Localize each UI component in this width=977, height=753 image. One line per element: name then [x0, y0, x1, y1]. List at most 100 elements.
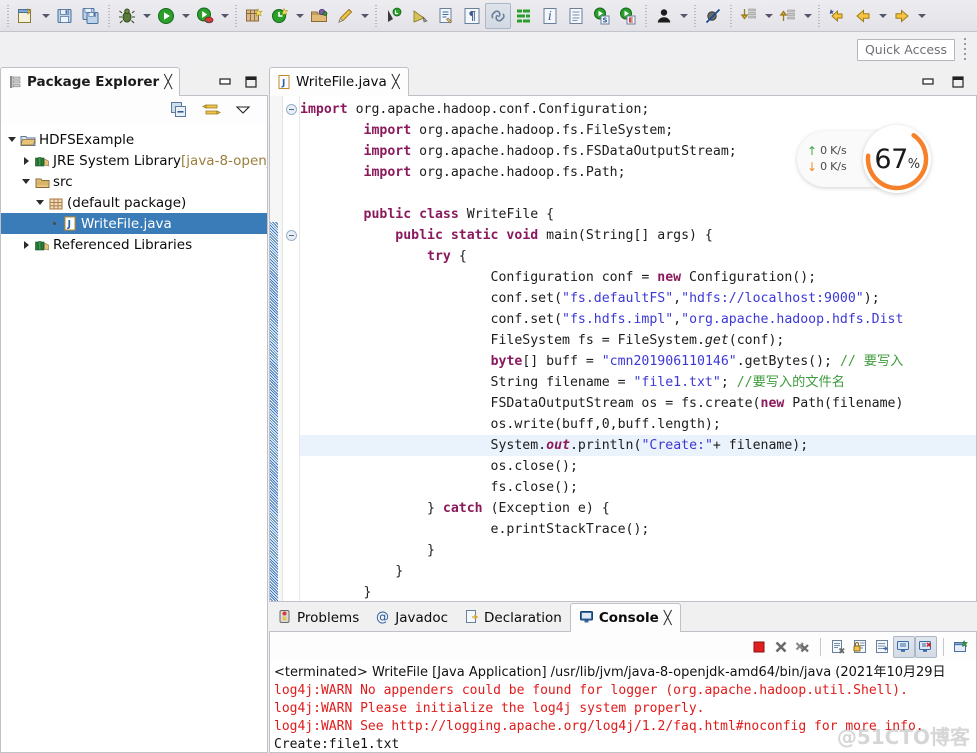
open-console-button[interactable]: [950, 636, 972, 658]
forward-nav-dropdown-arrow[interactable]: [915, 3, 928, 29]
terminate-button[interactable]: [748, 636, 770, 658]
code-line[interactable]: FSDataOutputStream os = fs.create(new Pa…: [300, 393, 976, 414]
code-line[interactable]: }: [300, 561, 976, 582]
code-line[interactable]: String filename = "file1.txt"; //要写入的文件名: [300, 372, 976, 393]
minimize-icon[interactable]: [218, 76, 232, 88]
editor-annotation-ruler[interactable]: [270, 96, 283, 601]
code-line[interactable]: System.out.println("Create:"+ filename);: [300, 435, 976, 456]
run-coverage-button[interactable]: [192, 3, 218, 29]
back-nav-button[interactable]: [850, 3, 876, 29]
code-line[interactable]: conf.set("fs.hdfs.impl","org.apache.hado…: [300, 309, 976, 330]
step-return-dropdown-arrow[interactable]: [801, 3, 814, 29]
tree-item-referenced-libraries[interactable]: Referenced Libraries: [1, 234, 267, 255]
code-line[interactable]: byte[] buff = "cmn201906110146".getBytes…: [300, 351, 976, 372]
open-task-button[interactable]: [563, 3, 589, 29]
show-console-on-output-button[interactable]: [893, 636, 915, 658]
tree-item-writefile-java[interactable]: JWriteFile.java: [1, 213, 267, 234]
user-profile-button[interactable]: [651, 3, 677, 29]
run-dropdown-arrow[interactable]: [179, 3, 192, 29]
code-line[interactable]: os.write(buff,0,buff.length);: [300, 414, 976, 435]
new-java-package-button[interactable]: [241, 3, 267, 29]
tab-declaration[interactable]: Declaration: [456, 605, 570, 632]
tree-item-src[interactable]: src: [1, 171, 267, 192]
back-history-button[interactable]: [824, 3, 850, 29]
tree-item-default-package[interactable]: (default package): [1, 192, 267, 213]
code-line[interactable]: e.printStackTrace();: [300, 519, 976, 540]
code-line[interactable]: } catch (Exception e) {: [300, 498, 976, 519]
new-wizard-button[interactable]: [13, 3, 39, 29]
run-last-tool-s-button[interactable]: S: [589, 3, 615, 29]
back-nav-dropdown-arrow[interactable]: [876, 3, 889, 29]
run-coverage-dropdown-arrow[interactable]: [218, 3, 231, 29]
new-wizard-dropdown-arrow[interactable]: [39, 3, 52, 29]
skip-breakpoints-button[interactable]: [700, 3, 726, 29]
network-speed-widget[interactable]: ↑ 0 K/s ↓ 0 K/s 67%: [797, 125, 940, 193]
tree-twisty-down-icon[interactable]: [5, 137, 19, 142]
forward-nav-button[interactable]: [889, 3, 915, 29]
next-annotation-button[interactable]: [381, 3, 407, 29]
package-explorer-tree[interactable]: HDFSExampleJRE System Library[java-8-ope…: [0, 124, 268, 753]
code-line[interactable]: public class WriteFile {: [300, 204, 976, 225]
remove-all-terminated-button[interactable]: [792, 636, 814, 658]
perspective-dots-handle[interactable]: [961, 38, 969, 62]
maximize-icon[interactable]: [951, 75, 965, 89]
clear-console-button[interactable]: [827, 636, 849, 658]
quick-access-input[interactable]: Quick Access: [857, 39, 955, 61]
fold-collapse-icon[interactable]: [286, 230, 297, 241]
show-console-on-error-button[interactable]: [915, 636, 937, 658]
tree-item-jre-system-library[interactable]: JRE System Library[java-8-openjd: [1, 150, 267, 171]
tree-twisty-dot-icon[interactable]: [47, 222, 61, 225]
remove-launch-button[interactable]: [770, 636, 792, 658]
tab-javadoc[interactable]: @Javadoc: [367, 605, 456, 632]
tab-package-explorer[interactable]: Package Explorer ╳: [0, 67, 180, 96]
console-output-area[interactable]: <terminated> WriteFile [Java Application…: [269, 661, 977, 753]
minimize-icon[interactable]: [921, 76, 935, 88]
code-line[interactable]: conf.set("fs.defaultFS","hdfs://localhos…: [300, 288, 976, 309]
save-all-button[interactable]: [78, 3, 104, 29]
save-button[interactable]: [52, 3, 78, 29]
open-type-button[interactable]: [306, 3, 332, 29]
search-button[interactable]: [332, 3, 358, 29]
code-line[interactable]: public static void main(String[] args) {: [300, 225, 976, 246]
step-return-button[interactable]: [775, 3, 801, 29]
toggle-mark-occurrences-button[interactable]: [433, 3, 459, 29]
tree-item-hdfsexample[interactable]: HDFSExample: [1, 129, 267, 150]
code-line[interactable]: Configuration conf = new Configuration()…: [300, 267, 976, 288]
new-java-class-button[interactable]: [267, 3, 293, 29]
tab-writefile-java[interactable]: J WriteFile.java ╳: [269, 67, 409, 96]
user-profile-dropdown-arrow[interactable]: [677, 3, 690, 29]
editor-folding-ruler[interactable]: [283, 96, 300, 601]
fold-collapse-icon[interactable]: [286, 104, 297, 115]
word-wrap-button[interactable]: [871, 636, 893, 658]
run-last-tool-e-button[interactable]: E: [615, 3, 641, 29]
previous-annotation-button[interactable]: [407, 3, 433, 29]
show-source-outline-button[interactable]: [511, 3, 537, 29]
tree-twisty-right-icon[interactable]: [19, 241, 33, 249]
step-into-dropdown-arrow[interactable]: [762, 3, 775, 29]
tree-twisty-down-icon[interactable]: [33, 200, 47, 205]
code-line[interactable]: os.close();: [300, 456, 976, 477]
new-java-class-dropdown-arrow[interactable]: [293, 3, 306, 29]
tab-console[interactable]: Console╳: [570, 603, 681, 632]
console-close-icon[interactable]: ╳: [664, 611, 672, 626]
step-into-button[interactable]: [736, 3, 762, 29]
scroll-lock-button[interactable]: [849, 636, 871, 658]
debug-button[interactable]: [114, 3, 140, 29]
link-with-editor-icon[interactable]: [202, 102, 221, 118]
code-line[interactable]: fs.close();: [300, 477, 976, 498]
package-explorer-close-icon[interactable]: ╳: [164, 75, 172, 90]
view-menu-icon[interactable]: [235, 104, 251, 116]
debug-dropdown-arrow[interactable]: [140, 3, 153, 29]
code-line[interactable]: import org.apache.hadoop.conf.Configurat…: [300, 99, 976, 120]
collapse-all-icon[interactable]: [171, 102, 188, 118]
java-info-button[interactable]: i: [537, 3, 563, 29]
tree-twisty-down-icon[interactable]: [19, 179, 33, 184]
code-line[interactable]: try {: [300, 246, 976, 267]
link-with-editor-button[interactable]: [485, 3, 511, 29]
code-line[interactable]: FileSystem fs = FileSystem.get(conf);: [300, 330, 976, 351]
code-line[interactable]: }: [300, 540, 976, 561]
code-line[interactable]: }: [300, 582, 976, 601]
search-dropdown-arrow[interactable]: [358, 3, 371, 29]
editor-tab-close-icon[interactable]: ╳: [392, 75, 400, 90]
maximize-icon[interactable]: [244, 75, 258, 89]
